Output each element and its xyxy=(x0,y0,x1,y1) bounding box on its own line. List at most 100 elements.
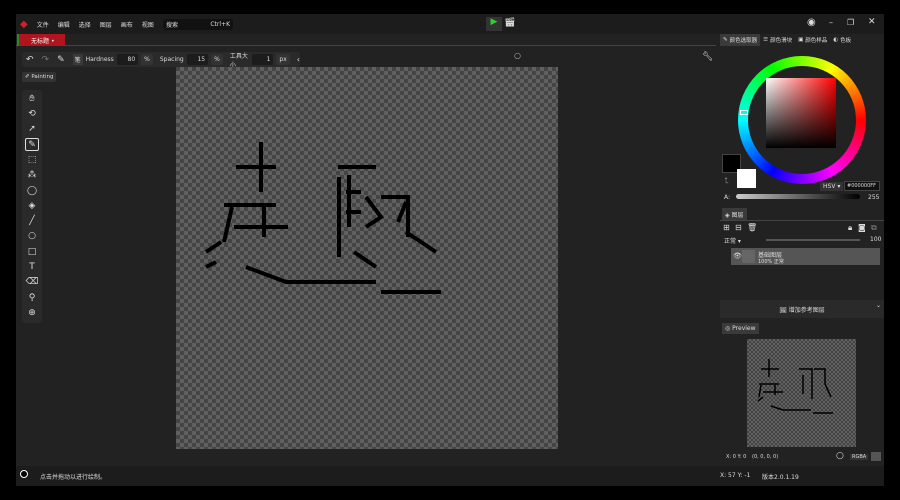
expand-chevron-icon: ⌄ xyxy=(875,302,881,309)
alpha-label: A: xyxy=(724,194,731,201)
tab-label: 颜色滑块 xyxy=(770,38,793,44)
hardness-input[interactable]: 80 xyxy=(116,54,139,65)
settings-wrench-icon[interactable]: 🔧︎ xyxy=(702,52,713,62)
tab-color-samples[interactable]: ▣ 颜色样品 xyxy=(795,34,830,46)
saturation-value-square[interactable] xyxy=(766,78,836,148)
tab-untitled[interactable]: 无标题 • xyxy=(17,34,65,46)
hardness-label: Hardness xyxy=(85,56,114,63)
new-group-icon[interactable]: ⊟ xyxy=(735,223,742,232)
line-tool-icon[interactable]: ╱ xyxy=(25,215,39,228)
ellipse-tool-icon[interactable]: ○ xyxy=(25,230,39,243)
version-label: 版本2.0.1.19 xyxy=(762,474,799,481)
layer-row[interactable]: 👁︎ 基础图层 100% 正常 xyxy=(731,248,880,265)
rotate-tool-icon[interactable]: ⟲ xyxy=(25,108,39,121)
pixel-format: RGBA xyxy=(850,454,869,460)
secondary-color-swatch[interactable] xyxy=(737,169,756,188)
edit-icon[interactable]: ✎ xyxy=(57,55,65,65)
play-button[interactable]: ▶ xyxy=(486,17,502,31)
hand-tool-icon[interactable]: ✋︎ xyxy=(25,92,39,105)
zoom-tool-icon[interactable]: ⊕ xyxy=(25,306,39,319)
color-indicator xyxy=(20,470,28,478)
eraser-tool-icon[interactable]: ⌫ xyxy=(25,276,39,289)
redo-icon[interactable]: ↷ xyxy=(42,55,50,65)
brush-preset-icon[interactable]: 笔 xyxy=(72,54,83,65)
color-model-value: HSV xyxy=(823,183,836,190)
merge-icon[interactable]: ⧉ xyxy=(871,223,877,233)
undo-icon[interactable]: ↶ xyxy=(26,55,34,65)
tab-color-sliders[interactable]: ☰ 颜色滑块 xyxy=(760,34,795,46)
size-unit: px xyxy=(276,54,290,65)
opacity-slider[interactable] xyxy=(766,239,860,241)
menu-canvas[interactable]: 画布 xyxy=(121,20,133,29)
spacing-input[interactable]: 15 xyxy=(186,54,209,65)
drawing-canvas[interactable] xyxy=(176,67,558,449)
alpha-value[interactable]: 255 xyxy=(868,194,879,201)
brush-tool-icon[interactable]: ✎ xyxy=(25,138,39,152)
fill-tool-icon[interactable]: ◈ xyxy=(25,199,39,212)
alpha-slider[interactable] xyxy=(736,194,860,199)
size-label: 工具大小 xyxy=(229,52,248,69)
cursor-position: X: 57 Y: -1 xyxy=(720,472,751,479)
tab-label: 颜色样品 xyxy=(805,38,828,44)
collapse-chevron-icon[interactable]: ‹ xyxy=(297,55,300,64)
search-input[interactable]: 搜索 Ctrl+K xyxy=(163,19,233,30)
preview-thumbnail xyxy=(747,339,856,447)
color-tabs: ✎ 颜色选取器 ☰ 颜色滑块 ▣ 颜色样品 ◐ 色板 xyxy=(720,34,884,46)
clapper-icon[interactable]: 🎬︎ xyxy=(504,18,515,28)
tool-palette: ✋︎ ⟲ ➚ ✎ ⬚ ⁂ ◯ ◈ ╱ ○ □ T ⌫ ⚲ ⊕ xyxy=(22,90,42,323)
layer-info: 100% 正常 xyxy=(758,259,784,265)
search-placeholder: 搜索 xyxy=(166,22,179,29)
app-logo-icon: ◆ xyxy=(20,18,28,30)
hardness-unit: % xyxy=(141,54,153,65)
swap-colors-icon[interactable]: ⮤ xyxy=(724,176,729,186)
hue-ring[interactable] xyxy=(738,56,866,184)
menu-edit[interactable]: 编辑 xyxy=(58,20,70,29)
blend-mode-value: 正常 xyxy=(724,238,737,245)
move-tool-icon[interactable]: ➚ xyxy=(25,123,39,136)
painting-mode-badge: ✐ Painting xyxy=(22,72,57,82)
tab-palette[interactable]: ◐ 色板 xyxy=(830,34,854,46)
opacity-value[interactable]: 100 xyxy=(870,236,881,243)
blend-mode-select[interactable]: 正常 ▾ xyxy=(724,236,741,245)
hex-input[interactable]: #000000FF xyxy=(844,181,880,191)
tab-dirty-dot: • xyxy=(50,38,55,45)
transparency-swatch xyxy=(871,452,881,461)
account-icon[interactable]: ◉ xyxy=(807,17,816,28)
canvas-strokes xyxy=(204,142,441,294)
pixel-rgba: (0, 0, 0, 0) xyxy=(752,454,779,460)
menu-file[interactable]: 文件 xyxy=(37,20,49,29)
new-layer-icon[interactable]: ⊞ xyxy=(723,223,730,232)
tool-options-bar: ↶ ↷ ✎ 笔 Hardness 80 % Spacing 15 % 工具大小 … xyxy=(22,52,300,69)
minimize-button[interactable]: – xyxy=(829,18,833,27)
status-hint: 点击并拖动以进行绘制。 xyxy=(40,474,107,481)
menu-layer[interactable]: 图层 xyxy=(100,20,112,29)
layers-tab-label: 图层 xyxy=(731,212,744,219)
color-circle-icon: ○ xyxy=(836,451,844,461)
size-input[interactable]: 1 xyxy=(252,54,274,65)
maximize-button[interactable]: ❐ xyxy=(847,18,854,27)
menu-select[interactable]: 选择 xyxy=(79,20,91,29)
text-tool-icon[interactable]: T xyxy=(25,261,39,274)
add-reference-label: 增加参考图层 xyxy=(788,307,825,314)
lock-icon[interactable]: 🔒︎ xyxy=(848,223,852,233)
status-bar: 点击并拖动以进行绘制。 X: 57 Y: -1 版本2.0.1.19 xyxy=(16,466,884,486)
eyedropper-tool-icon[interactable]: ⚲ xyxy=(25,291,39,304)
lasso-tool-icon[interactable]: ◯ xyxy=(25,184,39,197)
menu-view[interactable]: 视图 xyxy=(142,20,154,29)
app-window: ◆ 文件 编辑 选择 图层 画布 视图 帮助 搜索Ctrl+K ▶ 🎬︎ ◉ –… xyxy=(16,14,884,486)
magic-wand-tool-icon[interactable]: ⁂ xyxy=(25,169,39,182)
rect-select-tool-icon[interactable]: ⬚ xyxy=(25,153,39,166)
delete-layer-icon[interactable]: 🗑︎ xyxy=(747,223,757,232)
rectangle-tool-icon[interactable]: □ xyxy=(25,245,39,258)
tab-label: 色板 xyxy=(840,38,852,44)
add-reference-layer-button[interactable]: 🖼︎ 增加参考图层 ⌄ xyxy=(720,300,884,318)
tab-preview[interactable]: ◎ Preview xyxy=(722,323,759,334)
color-model-select[interactable]: HSV ▾ xyxy=(820,182,844,191)
visibility-eye-icon[interactable]: 👁︎ xyxy=(733,252,742,260)
hue-handle[interactable] xyxy=(740,110,748,115)
mask-icon[interactable]: ◙ xyxy=(858,223,866,232)
layer-thumbnail xyxy=(742,250,755,263)
close-button[interactable]: ✕ xyxy=(868,17,876,27)
tab-color-picker[interactable]: ✎ 颜色选取器 xyxy=(720,34,761,46)
rotation-indicator-icon: ○ xyxy=(514,51,521,60)
